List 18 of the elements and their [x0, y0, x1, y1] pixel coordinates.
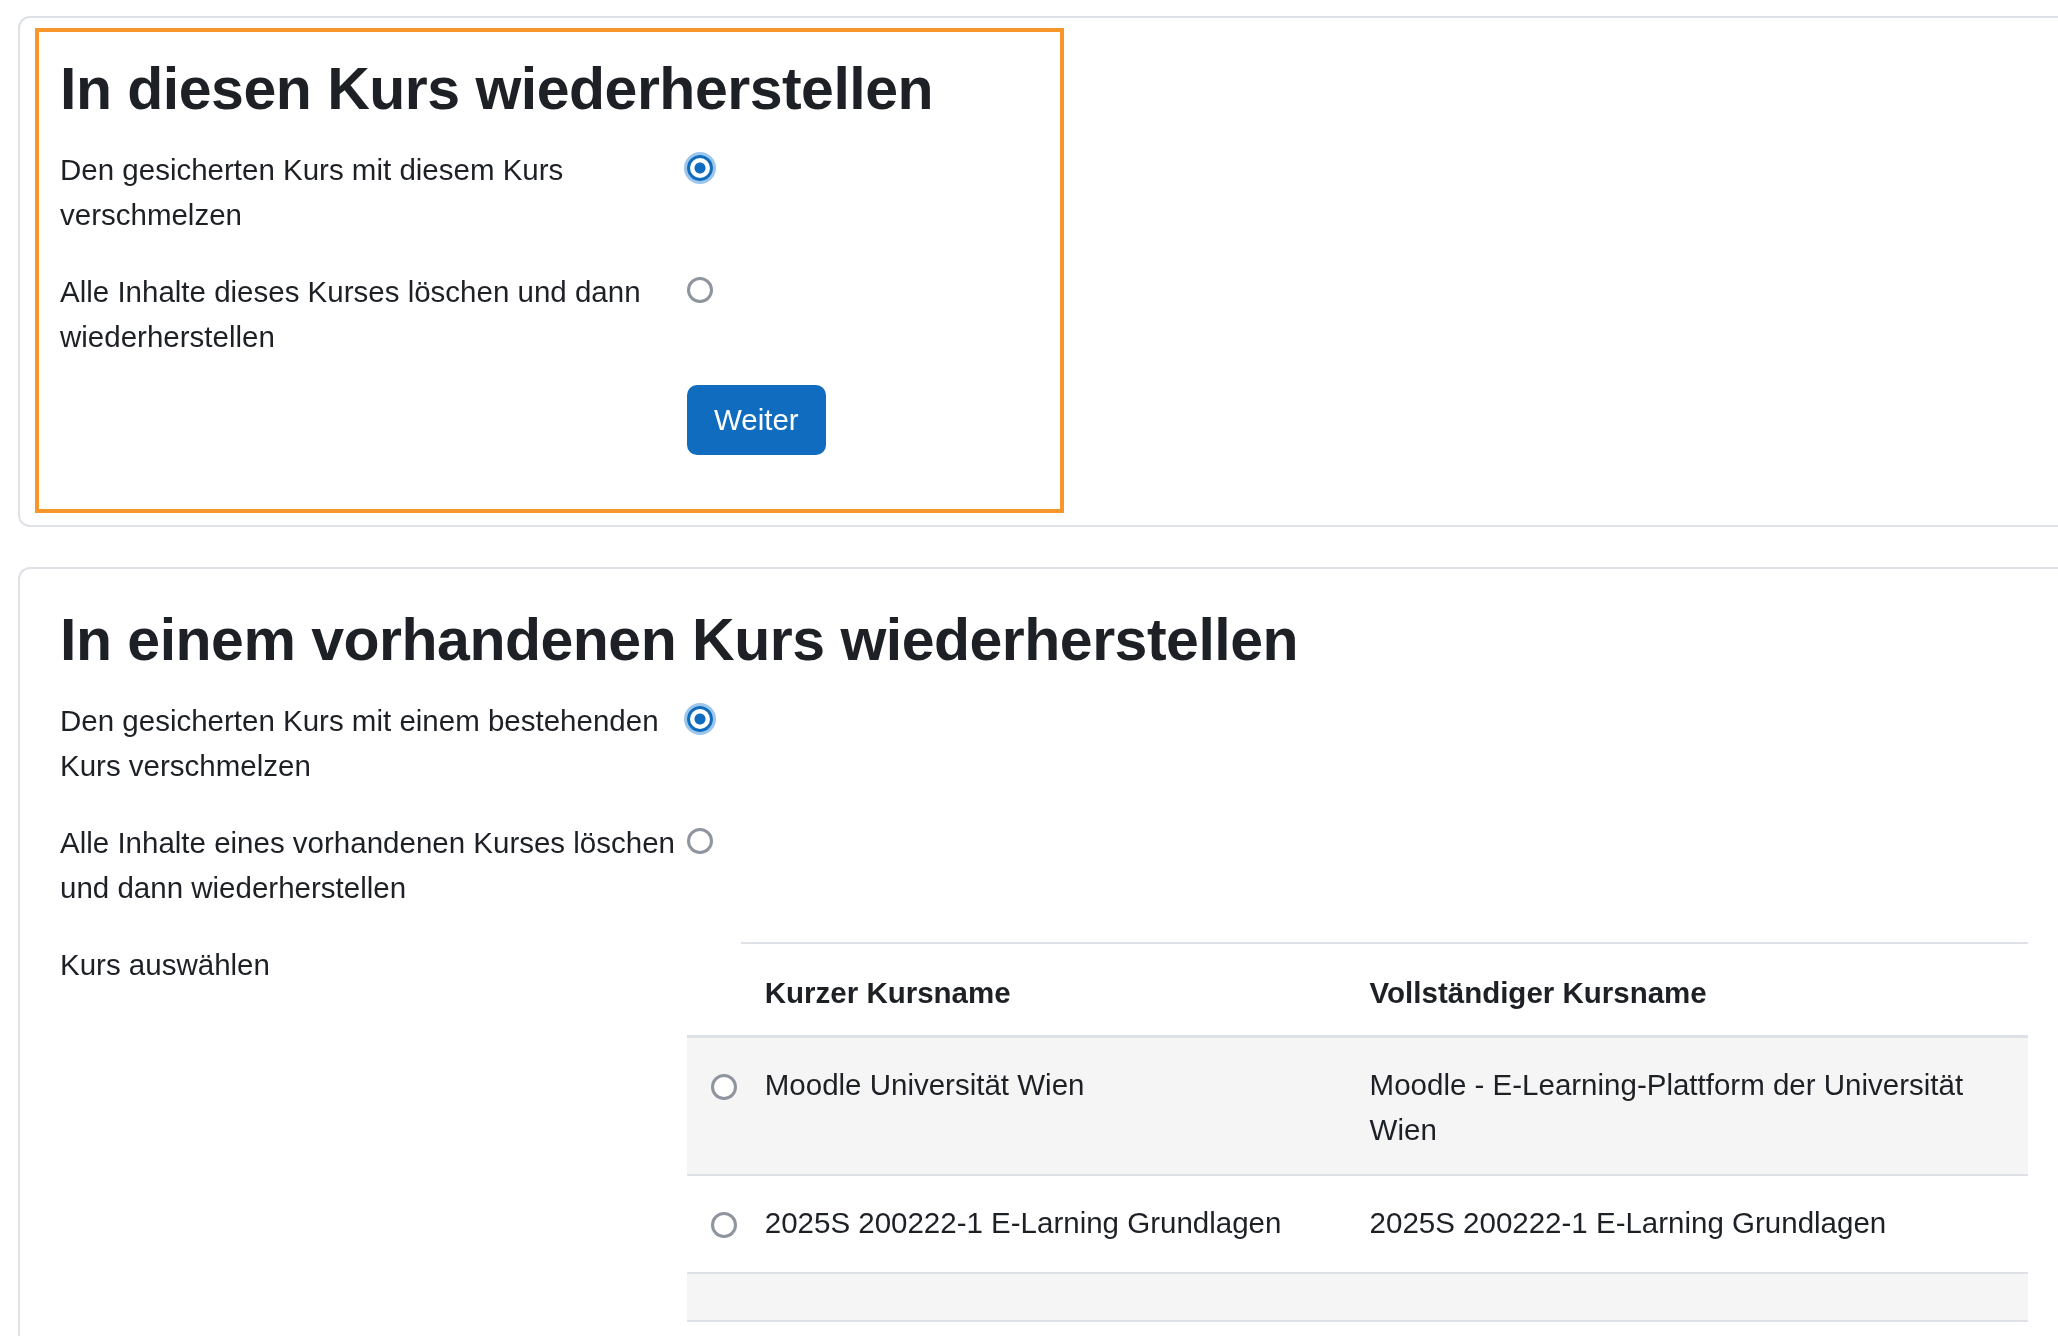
table-cell: 2025S 200222-1 E-Larning Grundlagen [1345, 1174, 2028, 1273]
radio-button[interactable] [687, 154, 713, 181]
table-cell: Moodle - E-Learning-Plattform der Universität Wien [1345, 1036, 2028, 1175]
continue-button[interactable]: Weiter [687, 384, 826, 455]
field-label: Kurs auswählen [60, 946, 271, 983]
section-heading: In diesen Kurs wiederherstellen [60, 55, 935, 124]
radio-button[interactable] [687, 276, 713, 303]
radio-button[interactable] [687, 705, 713, 732]
option-label: Den gesicherten Kurs mit einem bestehenden Kurs verschmelzen [60, 702, 660, 784]
radio-button[interactable] [711, 1073, 737, 1100]
option-label: Alle Inhalte eines vorhandenen Kurses löschen und dann wiederherstellen [60, 824, 676, 906]
option-label: Alle Inhalte dieses Kurses löschen und dann wiederherstellen [60, 273, 642, 355]
option-label: Den gesicherten Kurs mit diesem Kurs verschmelzen [60, 151, 565, 233]
table-cell: 2025S 200222-1 E-Larning Grundlagen [740, 1174, 1346, 1273]
table-cell: Moodle Universität Wien [740, 1036, 1346, 1175]
radio-button[interactable] [687, 827, 713, 854]
radio-button[interactable] [711, 1211, 737, 1238]
section-heading: In einem vorhandenen Kurs wiederherstellen [60, 605, 1300, 675]
